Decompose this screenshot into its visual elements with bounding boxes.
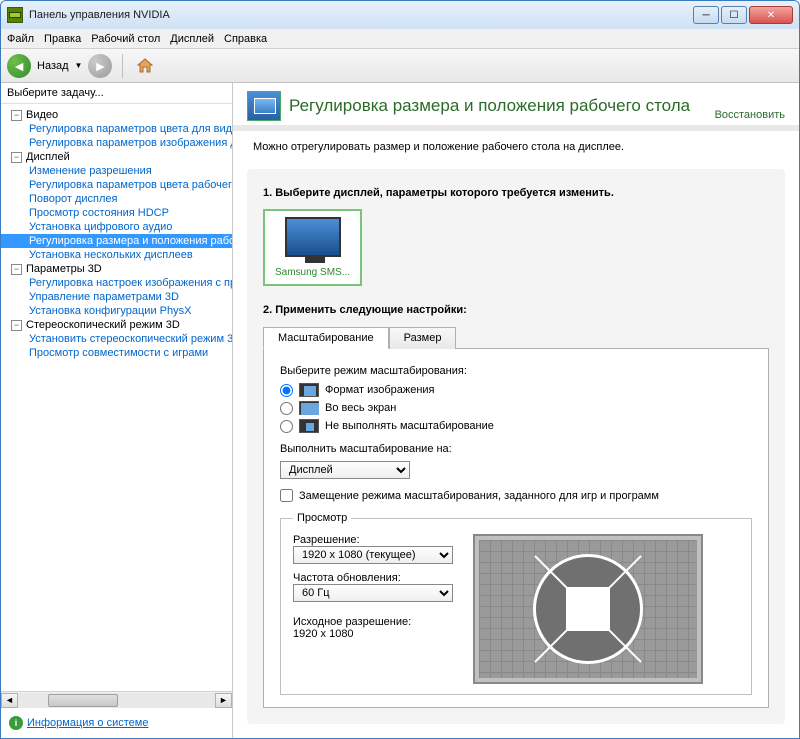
home-button[interactable] bbox=[133, 54, 157, 78]
scroll-thumb[interactable] bbox=[48, 694, 118, 707]
tree-group[interactable]: −Видео bbox=[1, 108, 232, 122]
tree-item[interactable]: Установить стереоскопический режим 3D bbox=[1, 332, 232, 346]
menu-bar: Файл Правка Рабочий стол Дисплей Справка bbox=[1, 29, 799, 49]
collapse-icon[interactable]: − bbox=[11, 320, 22, 331]
tree-item[interactable]: Просмотр состояния HDCP bbox=[1, 206, 232, 220]
radio-fullscreen-input[interactable] bbox=[280, 402, 293, 415]
override-label: Замещение режима масштабирования, заданн… bbox=[299, 490, 659, 502]
back-label[interactable]: Назад bbox=[37, 60, 69, 72]
tab-size[interactable]: Размер bbox=[389, 327, 457, 349]
description-label: Описание. bbox=[233, 730, 799, 738]
resolution-select[interactable]: 1920 х 1080 (текущее) bbox=[293, 546, 453, 564]
scroll-left-button[interactable]: ◄ bbox=[1, 693, 18, 708]
tree-item[interactable]: Регулировка настроек изображения с просм… bbox=[1, 276, 232, 290]
collapse-icon[interactable]: − bbox=[11, 152, 22, 163]
toolbar: ◄ Назад ▼ ► bbox=[1, 49, 799, 83]
preview-legend: Просмотр bbox=[293, 512, 351, 524]
back-dropdown-icon[interactable]: ▼ bbox=[75, 61, 83, 70]
scroll-right-button[interactable]: ► bbox=[215, 693, 232, 708]
window-title: Панель управления NVIDIA bbox=[29, 9, 693, 21]
app-icon bbox=[7, 7, 23, 23]
radio-aspect[interactable]: Формат изображения bbox=[280, 383, 752, 397]
native-res-value: 1920 x 1080 bbox=[293, 628, 453, 640]
minimize-button[interactable]: ─ bbox=[693, 6, 719, 24]
collapse-icon[interactable]: − bbox=[11, 264, 22, 275]
maximize-button[interactable]: ☐ bbox=[721, 6, 747, 24]
tree-group[interactable]: −Параметры 3D bbox=[1, 262, 232, 276]
menu-file[interactable]: Файл bbox=[7, 33, 34, 45]
collapse-icon[interactable]: − bbox=[11, 110, 22, 121]
tree-item[interactable]: Регулировка параметров цвета рабочего bbox=[1, 178, 232, 192]
radio-noscale[interactable]: Не выполнять масштабирование bbox=[280, 419, 752, 433]
tree-item[interactable]: Регулировка параметров цвета для видео bbox=[1, 122, 232, 136]
radio-fullscreen[interactable]: Во весь экран bbox=[280, 401, 752, 415]
preview-image bbox=[473, 534, 703, 684]
restore-link[interactable]: Восстановить bbox=[715, 109, 785, 121]
tree-group[interactable]: −Дисплей bbox=[1, 150, 232, 164]
noscale-icon bbox=[299, 419, 319, 433]
display-selector[interactable]: Samsung SMS... bbox=[263, 209, 362, 286]
radio-noscale-input[interactable] bbox=[280, 420, 293, 433]
system-info-link[interactable]: Информация о системе bbox=[27, 717, 148, 729]
tree-item[interactable]: Поворот дисплея bbox=[1, 192, 232, 206]
back-button[interactable]: ◄ bbox=[7, 54, 31, 78]
tree-item[interactable]: Установка цифрового аудио bbox=[1, 220, 232, 234]
tab-content: Выберите режим масштабирования: Формат и… bbox=[263, 348, 769, 708]
tree-item[interactable]: Установка нескольких дисплеев bbox=[1, 248, 232, 262]
fullscreen-icon bbox=[299, 401, 319, 415]
refresh-label: Частота обновления: bbox=[293, 572, 453, 584]
menu-display[interactable]: Дисплей bbox=[170, 33, 214, 45]
perform-on-select[interactable]: Дисплей bbox=[280, 461, 410, 479]
tree-item[interactable]: Регулировка размера и положения рабочего bbox=[1, 234, 232, 248]
monitor-label: Samsung SMS... bbox=[275, 267, 350, 278]
tree-item[interactable]: Просмотр совместимости с играми bbox=[1, 346, 232, 360]
monitor-icon bbox=[285, 217, 341, 257]
override-checkbox-row[interactable]: Замещение режима масштабирования, заданн… bbox=[280, 489, 752, 502]
refresh-select[interactable]: 60 Гц bbox=[293, 584, 453, 602]
step1-header: 1. Выберите дисплей, параметры которого … bbox=[263, 187, 769, 199]
titlebar: Панель управления NVIDIA ─ ☐ ✕ bbox=[1, 1, 799, 29]
task-tree: −ВидеоРегулировка параметров цвета для в… bbox=[1, 104, 232, 691]
tree-item[interactable]: Регулировка параметров изображения для bbox=[1, 136, 232, 150]
preview-group: Просмотр Разрешение: 1920 х 1080 (текуще… bbox=[280, 512, 752, 695]
tree-group-label: Параметры 3D bbox=[26, 263, 102, 275]
native-res-label: Исходное разрешение: bbox=[293, 616, 453, 628]
menu-edit[interactable]: Правка bbox=[44, 33, 81, 45]
page-icon bbox=[247, 91, 281, 121]
tree-group-label: Стереоскопический режим 3D bbox=[26, 319, 180, 331]
tree-group[interactable]: −Стереоскопический режим 3D bbox=[1, 318, 232, 332]
sidebar-h-scrollbar[interactable]: ◄ ► bbox=[1, 691, 232, 708]
forward-button[interactable]: ► bbox=[88, 54, 112, 78]
radio-aspect-label: Формат изображения bbox=[325, 384, 435, 396]
close-button[interactable]: ✕ bbox=[749, 6, 793, 24]
info-icon: i bbox=[9, 716, 23, 730]
sidebar-header: Выберите задачу... bbox=[1, 83, 232, 104]
tree-group-label: Дисплей bbox=[26, 151, 70, 163]
radio-aspect-input[interactable] bbox=[280, 384, 293, 397]
sidebar: Выберите задачу... −ВидеоРегулировка пар… bbox=[1, 83, 233, 738]
radio-noscale-label: Не выполнять масштабирование bbox=[325, 420, 494, 432]
main-content: Регулировка размера и положения рабочего… bbox=[233, 83, 799, 738]
separator bbox=[122, 54, 123, 78]
step2-header: 2. Применить следующие настройки: bbox=[263, 304, 769, 316]
intro-text: Можно отрегулировать размер и положение … bbox=[233, 131, 799, 163]
tree-item[interactable]: Изменение разрешения bbox=[1, 164, 232, 178]
override-checkbox[interactable] bbox=[280, 489, 293, 502]
tree-item[interactable]: Установка конфигурации PhysX bbox=[1, 304, 232, 318]
tab-scaling[interactable]: Масштабирование bbox=[263, 327, 389, 349]
scaling-mode-label: Выберите режим масштабирования: bbox=[280, 365, 752, 377]
menu-desktop[interactable]: Рабочий стол bbox=[91, 33, 160, 45]
radio-fullscreen-label: Во весь экран bbox=[325, 402, 396, 414]
tree-group-label: Видео bbox=[26, 109, 58, 121]
tree-item[interactable]: Управление параметрами 3D bbox=[1, 290, 232, 304]
perform-on-label: Выполнить масштабирование на: bbox=[280, 443, 752, 455]
menu-help[interactable]: Справка bbox=[224, 33, 267, 45]
aspect-icon bbox=[299, 383, 319, 397]
scroll-track[interactable] bbox=[18, 693, 215, 708]
resolution-label: Разрешение: bbox=[293, 534, 453, 546]
page-title: Регулировка размера и положения рабочего… bbox=[289, 96, 707, 116]
